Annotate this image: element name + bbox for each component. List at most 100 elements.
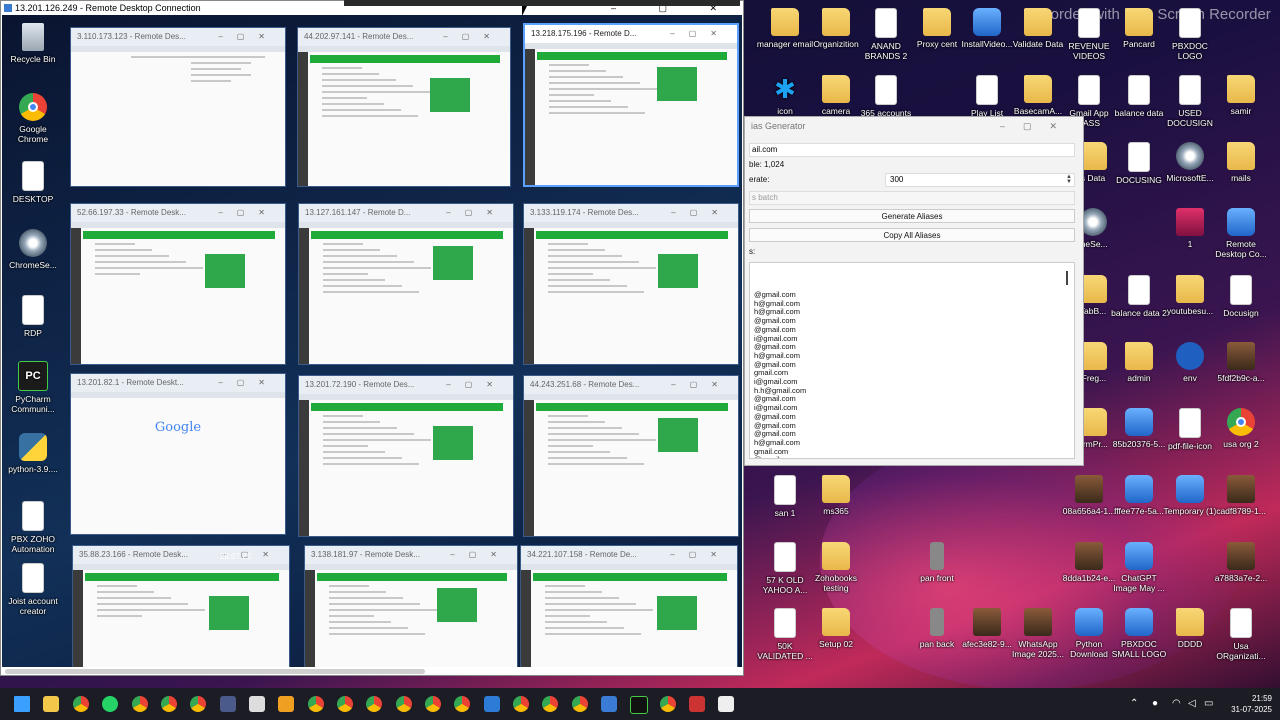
thumbnail-window-controls[interactable]: –▢✕ xyxy=(443,28,504,46)
alias-window-controls[interactable]: –▢✕ xyxy=(1000,117,1075,135)
taskbar-chrome-icon[interactable] xyxy=(366,696,382,712)
pycharm-taskbar-icon[interactable] xyxy=(630,696,648,714)
desktop-icon[interactable]: 365 accounts xyxy=(857,75,915,118)
system-clock[interactable]: 21:59 31-07-2025 xyxy=(1231,693,1272,715)
vscode-icon[interactable] xyxy=(484,696,500,712)
taskbar-chrome-icon[interactable] xyxy=(660,696,676,712)
desktop-icon[interactable]: env xyxy=(1161,342,1219,383)
taskbar-chrome-icon[interactable] xyxy=(308,696,324,712)
generate-aliases-button[interactable]: Generate Aliases xyxy=(749,209,1075,223)
taskbar-chrome-icon[interactable] xyxy=(542,696,558,712)
desktop-icon[interactable]: samir xyxy=(1212,75,1270,116)
desktop-icon[interactable]: fffee77e-5a... xyxy=(1110,475,1168,516)
document-taskbar-icon[interactable] xyxy=(249,696,265,712)
wifi-icon[interactable]: ◠ xyxy=(1172,698,1181,709)
desktop-icon[interactable]: 85b20376-5... xyxy=(1110,408,1168,449)
desktop-icon[interactable]: manager email xyxy=(756,8,814,49)
taskbar-chrome-icon[interactable] xyxy=(190,696,206,712)
desktop-icon[interactable]: Docusign xyxy=(1212,275,1270,318)
thumbnail-window-controls[interactable]: –▢✕ xyxy=(218,204,279,222)
batch-input[interactable]: s batch xyxy=(749,191,1075,205)
desktop-icon[interactable]: Setup 02 xyxy=(807,608,865,649)
desktop-icon[interactable]: MicrosoftE... xyxy=(1161,142,1219,183)
thumbnail-window-controls[interactable]: –▢✕ xyxy=(450,546,511,564)
thumbnail-window-controls[interactable]: –▢✕ xyxy=(446,376,507,394)
remote-desktop-icon[interactable]: Joist account creator xyxy=(4,563,62,616)
taskbar-chrome-icon[interactable] xyxy=(337,696,353,712)
desktop-icon[interactable]: BasecamA... xyxy=(1009,75,1067,116)
remote-desktop-taskbar-icon[interactable] xyxy=(220,696,236,712)
volume-icon[interactable]: ◁ xyxy=(1188,698,1196,709)
desktop-icon[interactable]: PBXDOC SMALL LOGO xyxy=(1110,608,1168,659)
thumbnail-window-controls[interactable]: –▢✕ xyxy=(218,374,279,392)
rdp-window-thumbnail[interactable]: 34.221.107.158 - Remote De... –▢✕ xyxy=(520,545,738,667)
desktop-icon[interactable]: 57 K OLD YAHOO A... xyxy=(756,542,814,595)
desktop-icon[interactable]: a7883a7e-2... xyxy=(1212,542,1270,583)
desktop-icon[interactable]: Play List xyxy=(958,75,1016,118)
rdp-window-thumbnail[interactable]: 13.218.175.196 - Remote D... –▢✕ xyxy=(523,23,739,187)
desktop-icon[interactable]: 1 xyxy=(1161,208,1219,249)
desktop-icon[interactable]: Remote Desktop Co... xyxy=(1212,208,1270,259)
remote-desktop-surface[interactable]: Recycle Bin Google Chrome DESKTOP ChromeSe.… xyxy=(2,15,742,667)
desktop-icon[interactable]: ms365 xyxy=(807,475,865,516)
desktop-icon[interactable]: cadf8789-1... xyxy=(1212,475,1270,516)
remote-desktop-icon[interactable]: ChromeSe... xyxy=(4,229,62,270)
alias-generator-window[interactable]: ias Generator –▢✕ ail.com ble: 1,024 era… xyxy=(744,116,1084,466)
desktop-icon[interactable]: Usa ORganizati... xyxy=(1212,608,1270,661)
generate-count-spinbox[interactable]: 300 ▲ ▼ xyxy=(885,173,1075,187)
desktop-icon[interactable]: pdf-file-icon xyxy=(1161,408,1219,451)
remote-desktop-icon[interactable]: PC PyCharm Communi... xyxy=(4,361,62,414)
desktop-icon[interactable]: PBXDOC LOGO xyxy=(1161,8,1219,61)
remote-desktop-icon[interactable]: DESKTOP xyxy=(4,161,62,204)
desktop-icon[interactable]: usa org 2 xyxy=(1212,408,1270,449)
aliases-output-box[interactable]: @gmail.com h@gmail.com h@gmail.com @gmail.c… xyxy=(749,262,1075,459)
start-button-icon[interactable] xyxy=(14,696,30,712)
rdp-window-thumbnail[interactable]: 44.202.97.141 - Remote Des... –▢✕ xyxy=(297,27,511,187)
copy-all-aliases-button[interactable]: Copy All Aliases xyxy=(749,228,1075,242)
thumbnail-window-controls[interactable]: –▢✕ xyxy=(218,28,279,46)
thumbnail-window-controls[interactable]: –▢✕ xyxy=(446,204,507,222)
base-email-input[interactable]: ail.com xyxy=(749,143,1075,157)
desktop-icon[interactable]: Temporary (1) xyxy=(1161,475,1219,516)
output-scrollbar[interactable] xyxy=(1066,271,1068,285)
app-taskbar-icon[interactable] xyxy=(278,696,294,712)
desktop-icon[interactable]: DOCUSING xyxy=(1110,142,1168,185)
taskbar-chrome-icon[interactable] xyxy=(513,696,529,712)
desktop-icon[interactable]: san 1 xyxy=(756,475,814,518)
taskbar-chrome-icon[interactable] xyxy=(425,696,441,712)
desktop-icon[interactable]: afec3e82-9... xyxy=(958,608,1016,649)
desktop-icon[interactable]: WhatsApp Image 2025... xyxy=(1009,608,1067,659)
desktop-icon[interactable]: Pancard xyxy=(1110,8,1168,49)
remote-desktop-icon[interactable]: RDP xyxy=(4,295,62,338)
file-explorer-icon[interactable] xyxy=(43,696,59,712)
remote-desktop-icon[interactable]: Google Chrome xyxy=(4,93,62,144)
desktop-icon[interactable]: ChatGPT Image May ... xyxy=(1110,542,1168,593)
desktop-icon[interactable]: InstallVideo... xyxy=(958,8,1016,49)
thumbnail-window-controls[interactable]: –▢✕ xyxy=(670,546,731,564)
thumbnail-window-controls[interactable]: –▢✕ xyxy=(670,25,731,43)
desktop-icon[interactable]: pan front xyxy=(908,542,966,583)
rdp-window-thumbnail[interactable]: 35.88.23.166 - Remote Desk... –▢✕ xyxy=(72,545,290,667)
remote-desktop-window[interactable]: 13.201.126.249 - Remote Desktop Connecti… xyxy=(0,0,744,676)
desktop-icon[interactable]: ✱ icon xyxy=(756,75,814,116)
rdp-window-thumbnail[interactable]: 13.201.72.190 - Remote Des... –▢✕ xyxy=(298,375,514,537)
thumbnail-window-controls[interactable]: –▢✕ xyxy=(671,204,732,222)
taskbar-chrome-icon[interactable] xyxy=(132,696,148,712)
desktop-icon[interactable]: USED DOCUSIGN xyxy=(1161,75,1219,128)
desktop-icon[interactable]: ANAND BRANDS 2 xyxy=(857,8,915,61)
desktop-icon[interactable]: Validate Data xyxy=(1009,8,1067,49)
rdp-window-thumbnail[interactable]: 3.133.119.174 - Remote Des... –▢✕ xyxy=(523,203,739,365)
desktop-icon[interactable]: youtubesu... xyxy=(1161,275,1219,316)
taskbar-chrome-icon[interactable] xyxy=(396,696,412,712)
remote-desktop-icon[interactable]: Recycle Bin xyxy=(4,23,62,64)
taskbar-chrome-icon[interactable] xyxy=(454,696,470,712)
thumbnail-window-controls[interactable]: –▢✕ xyxy=(671,376,732,394)
rdp-window-thumbnail[interactable]: 44.243.251.68 - Remote Des... –▢✕ xyxy=(523,375,739,537)
remote-desktop-icon[interactable]: python-3.9.... xyxy=(4,433,62,474)
rdp-window-thumbnail[interactable]: 13.201.82.1 - Remote Deskt... –▢✕ Google xyxy=(70,373,286,535)
battery-icon[interactable]: ▭ xyxy=(1204,698,1213,709)
taskbar-chrome-icon[interactable] xyxy=(73,696,89,712)
alias-window-titlebar[interactable]: ias Generator –▢✕ xyxy=(745,117,1083,135)
desktop-icon[interactable]: Zohobooks testing xyxy=(807,542,865,593)
rdp-horizontal-scrollbar[interactable] xyxy=(5,669,425,674)
